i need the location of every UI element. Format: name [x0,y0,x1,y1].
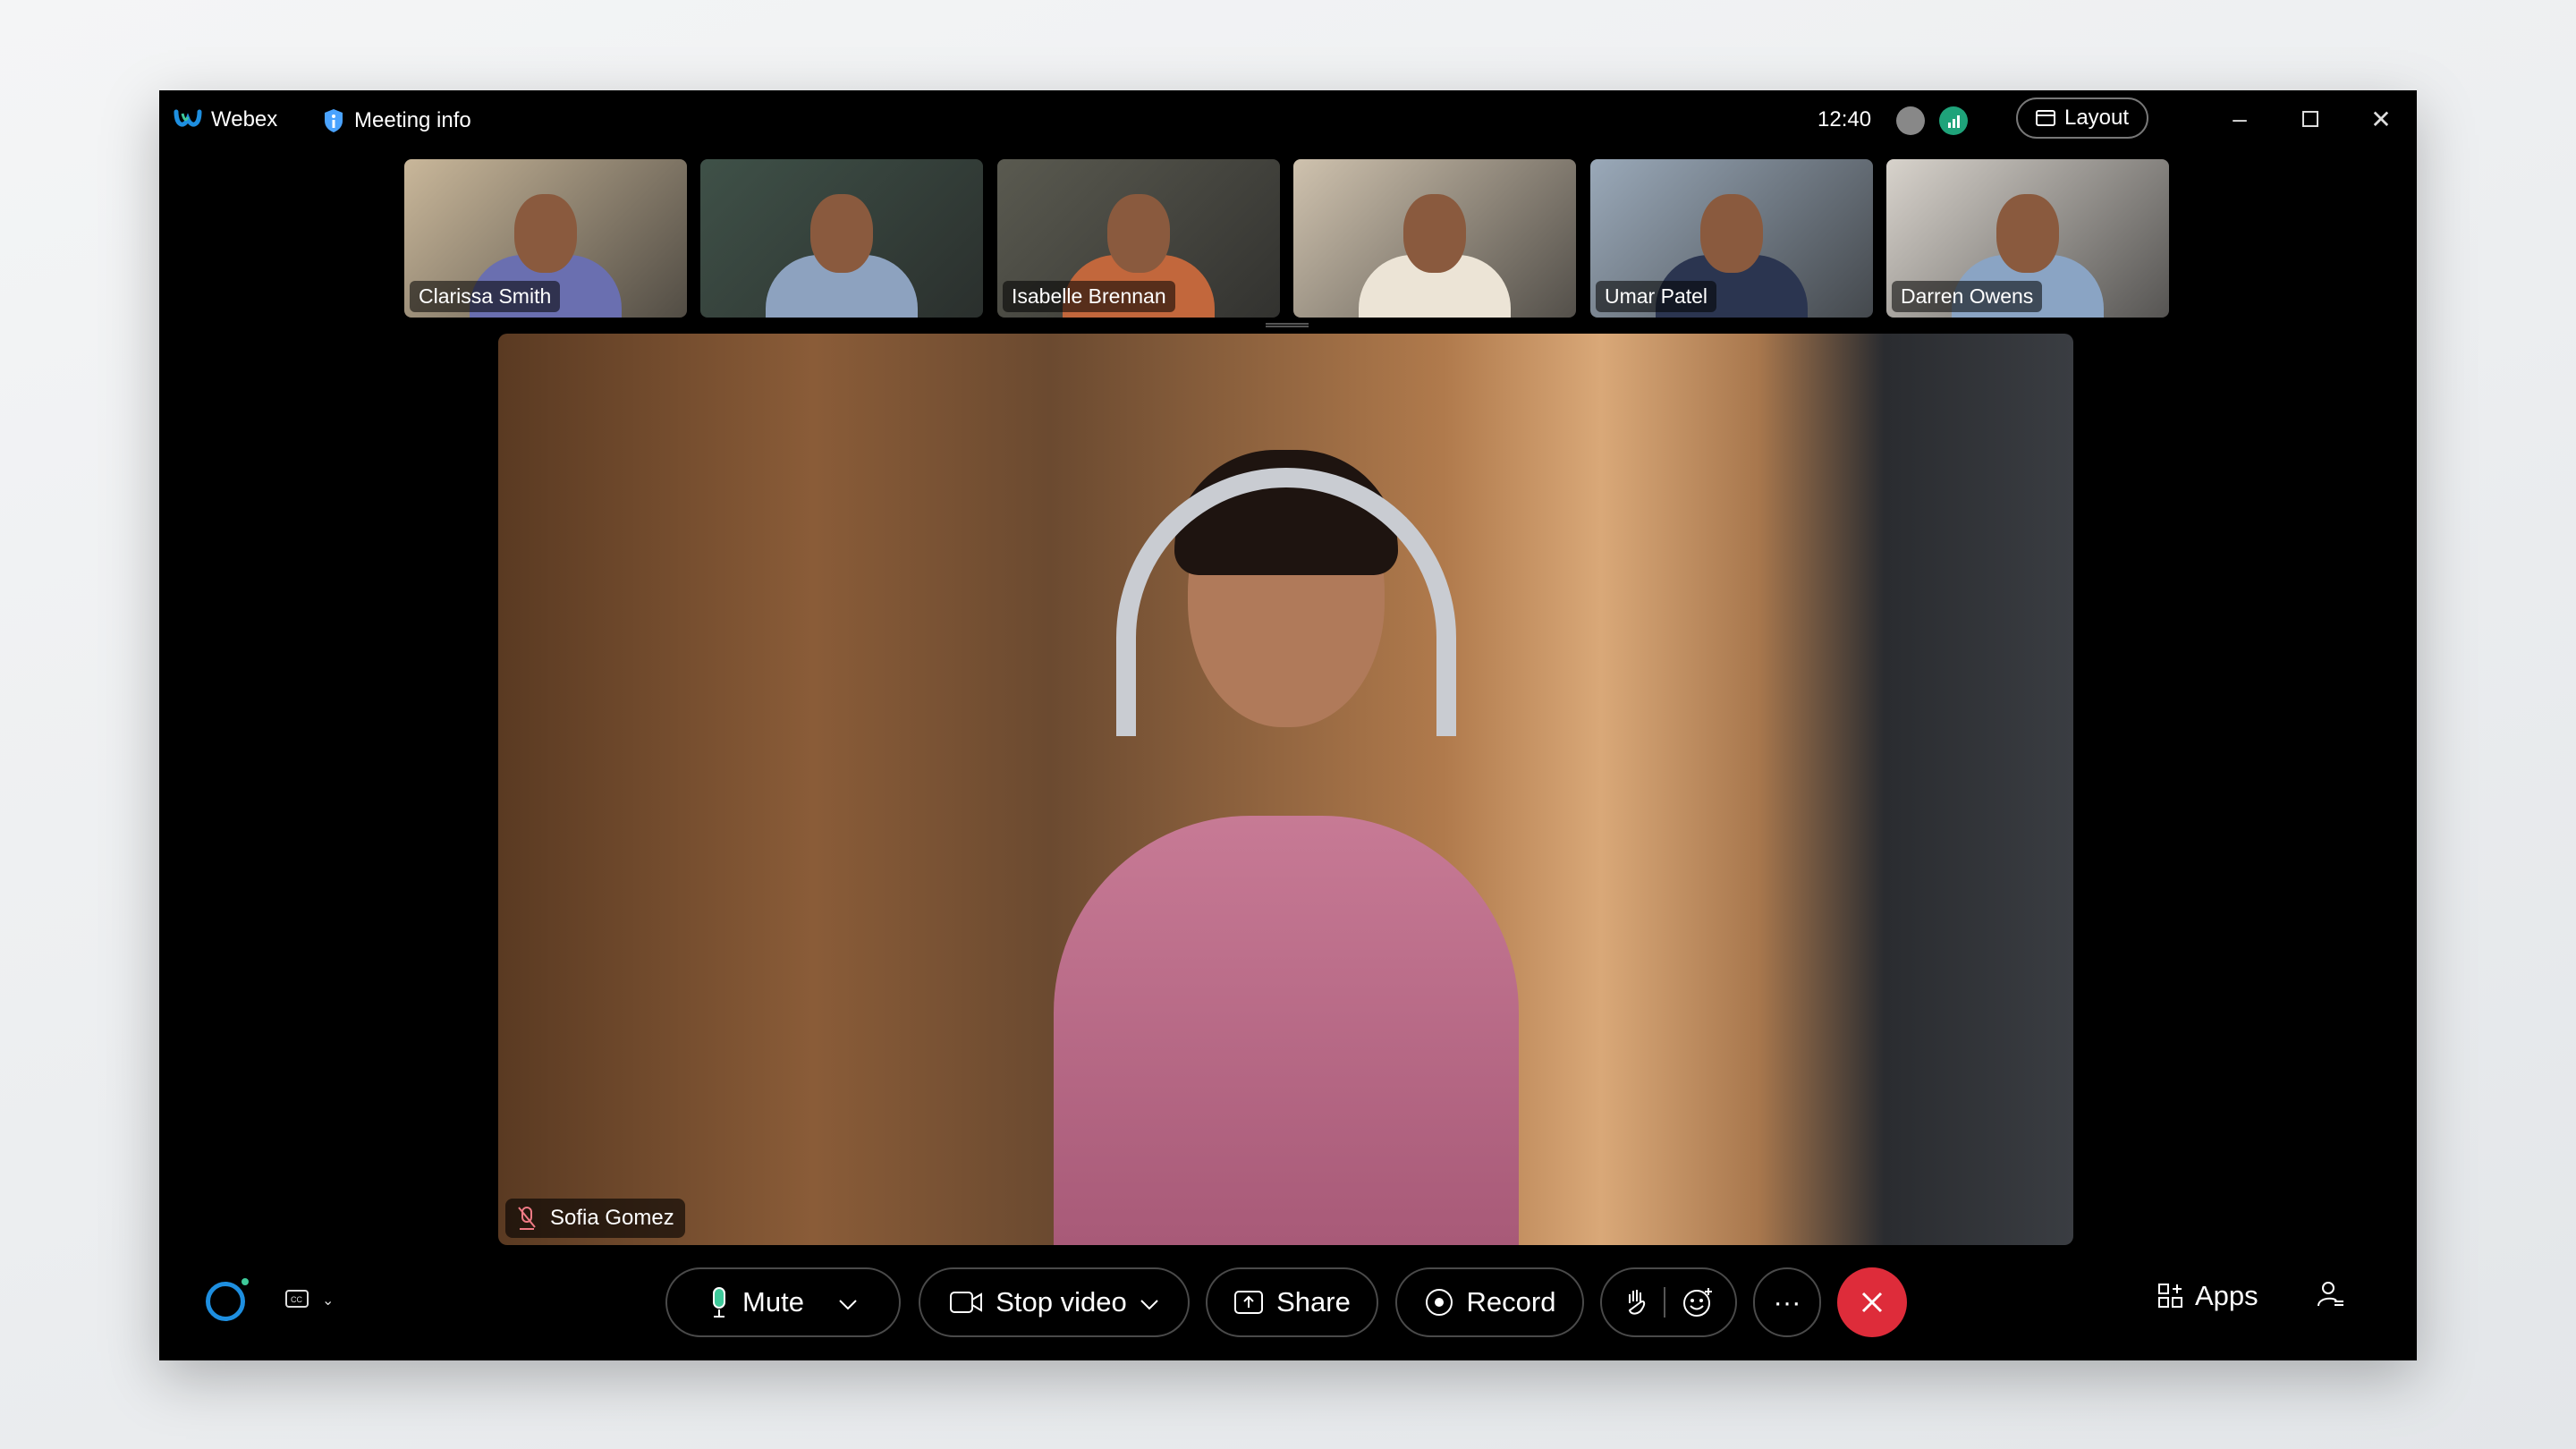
more-icon: ··· [1773,1286,1801,1318]
share-button[interactable]: Share [1206,1267,1378,1337]
participant-thumbnail[interactable]: Isabelle Brennan [997,159,1280,318]
participant-thumbnail[interactable]: Clarissa Smith [404,159,687,318]
main-video-sofia-gomez[interactable]: Sofia Gomez [498,334,2073,1245]
participant-face [514,193,577,273]
participant-face [1403,193,1466,273]
end-call-button[interactable] [1837,1267,1907,1337]
reactions-group [1600,1267,1737,1337]
shield-info-icon [322,107,345,134]
stop-video-label: Stop video [996,1286,1127,1318]
svg-text:CC: CC [291,1295,302,1304]
muted-mic-icon [516,1206,538,1231]
close-button[interactable]: ✕ [2363,101,2399,137]
webex-ai-assistant-icon[interactable] [206,1282,245,1321]
record-icon [1424,1287,1454,1318]
participant-face [810,193,873,273]
participant-name: Darren Owens [1892,281,2043,312]
app-brand: Webex [174,107,277,132]
captions-button[interactable]: CC ⌄ [284,1289,334,1312]
webex-logo-icon [174,108,202,131]
chevron-down-icon[interactable] [1140,1286,1159,1318]
speaker-name-label: Sofia Gomez [505,1199,685,1238]
apps-label: Apps [2195,1280,2258,1311]
record-label: Record [1466,1286,1556,1318]
app-name: Webex [211,107,278,131]
ai-status-dot [242,1278,249,1285]
apps-grid-icon [2157,1283,2184,1309]
microphone-icon [708,1286,730,1318]
participant-name: Umar Patel [1596,281,1717,312]
meeting-window: Webex Meeting info 12:40 Layout – ✕ Clar… [159,90,2417,1360]
closed-captions-icon: CC [284,1289,309,1312]
layout-label: Layout [2063,106,2130,130]
participant-thumbnail[interactable]: Darren Owens [1886,159,2169,318]
participant-face [1700,193,1763,273]
participants-icon [2317,1280,2345,1309]
video-camera-icon [949,1290,983,1315]
record-button[interactable]: Record [1395,1267,1584,1337]
chevron-down-icon[interactable] [838,1286,858,1318]
stop-video-button[interactable]: Stop video [919,1267,1190,1337]
layout-icon [2035,110,2055,126]
meeting-info-button[interactable]: Meeting info [322,107,471,134]
meeting-info-label: Meeting info [354,108,471,132]
headphones [1115,468,1456,736]
filmstrip-resize-handle[interactable] [1266,323,1309,327]
divider [1663,1287,1665,1318]
close-icon [1860,1290,1885,1315]
apps-button[interactable]: Apps [2157,1280,2258,1312]
participant-thumbnail[interactable] [1293,159,1576,318]
participants-button[interactable] [2317,1280,2345,1309]
share-screen-icon [1233,1290,1264,1315]
network-signal-icon[interactable] [1939,106,1968,135]
mute-label: Mute [742,1286,804,1318]
raise-hand-icon[interactable] [1624,1287,1648,1318]
participant-name: Clarissa Smith [410,281,561,312]
speaker-body [1053,816,1519,1245]
reactions-emoji-icon[interactable] [1682,1286,1714,1318]
speaker-name: Sofia Gomez [550,1206,674,1230]
participant-face [1107,193,1170,273]
mute-button[interactable]: Mute [665,1267,901,1337]
meeting-time: 12:40 [1818,107,1872,131]
title-bar: Webex Meeting info 12:40 Layout – ✕ [159,90,2417,151]
more-options-button[interactable]: ··· [1753,1267,1821,1337]
share-label: Share [1276,1286,1351,1318]
layout-button[interactable]: Layout [2016,97,2148,139]
participant-thumbnail[interactable] [700,159,983,318]
link-status-icon[interactable] [1896,106,1925,135]
minimize-button[interactable]: – [2222,101,2258,137]
participant-thumbnail[interactable]: Umar Patel [1590,159,1873,318]
chevron-down-icon: ⌄ [322,1293,335,1309]
participant-face [1996,193,2059,273]
participant-name: Isabelle Brennan [1003,281,1175,312]
maximize-button[interactable] [2292,101,2328,137]
